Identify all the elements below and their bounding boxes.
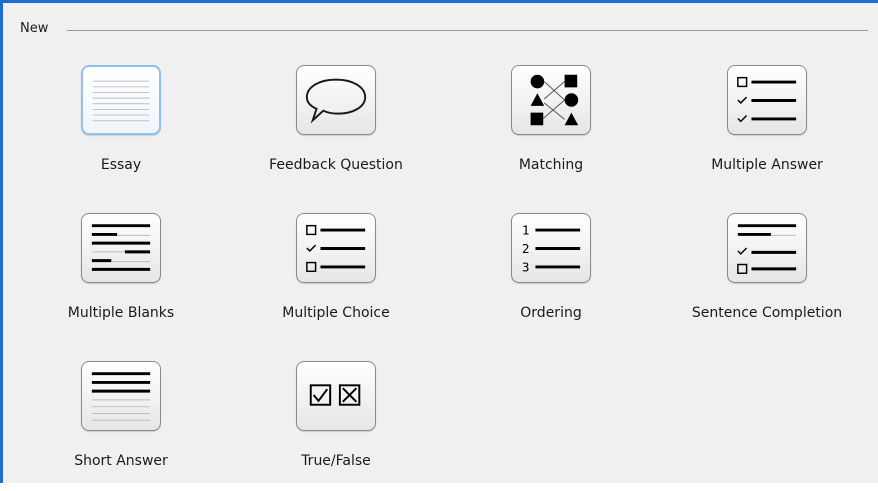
sentence-completion-tile[interactable] <box>727 213 807 283</box>
item-true-false[interactable]: True/False <box>236 361 436 491</box>
short-answer-icon <box>91 372 151 421</box>
item-label: Multiple Blanks <box>67 305 175 321</box>
item-label: True/False <box>301 453 371 469</box>
sentence-completion-icon <box>737 224 797 274</box>
svg-text:2: 2 <box>522 241 530 256</box>
choice-list-icon <box>306 224 366 273</box>
item-label: Short Answer <box>74 453 168 469</box>
speech-bubble-icon <box>305 78 367 124</box>
item-sentence-completion[interactable]: Sentence Completion <box>667 213 867 343</box>
multiple-answer-tile[interactable] <box>727 65 807 135</box>
item-ordering[interactable]: 1 2 3 Ordering <box>451 213 651 343</box>
item-essay[interactable]: Essay <box>21 65 221 195</box>
item-label: Essay <box>100 157 142 173</box>
group-title: New <box>20 21 57 36</box>
multiple-choice-tile[interactable] <box>296 213 376 283</box>
item-label: Multiple Answer <box>711 157 823 173</box>
item-matching[interactable]: Matching <box>451 65 651 195</box>
item-label: Sentence Completion <box>691 305 843 321</box>
item-label: Matching <box>518 157 584 173</box>
item-label: Multiple Choice <box>282 305 390 321</box>
multiple-blanks-tile[interactable] <box>81 213 161 283</box>
item-multiple-choice[interactable]: Multiple Choice <box>236 213 436 343</box>
numbered-list-icon: 1 2 3 <box>522 222 581 274</box>
feedback-question-tile[interactable] <box>296 65 376 135</box>
checkbox-pair-icon <box>309 384 361 406</box>
essay-tile[interactable] <box>81 65 161 135</box>
item-label: Feedback Question <box>269 157 403 173</box>
checklist-icon <box>737 76 797 123</box>
item-multiple-answer[interactable]: Multiple Answer <box>667 65 867 195</box>
matching-shapes-icon <box>530 74 579 126</box>
svg-text:1: 1 <box>522 222 530 237</box>
svg-text:3: 3 <box>522 259 530 274</box>
true-false-tile[interactable] <box>296 361 376 431</box>
short-answer-tile[interactable] <box>81 361 161 431</box>
matching-tile[interactable] <box>511 65 591 135</box>
item-multiple-blanks[interactable]: Multiple Blanks <box>21 213 221 343</box>
essay-icon <box>92 80 150 122</box>
ordering-tile[interactable]: 1 2 3 <box>511 213 591 283</box>
blanks-lines-icon <box>91 224 151 271</box>
item-feedback-question[interactable]: Feedback Question <box>236 65 436 195</box>
group-divider <box>67 30 868 31</box>
item-short-answer[interactable]: Short Answer <box>21 361 221 491</box>
question-type-panel: New Essay Feedback Question Matching Mul… <box>0 0 878 483</box>
item-label: Ordering <box>520 305 582 321</box>
